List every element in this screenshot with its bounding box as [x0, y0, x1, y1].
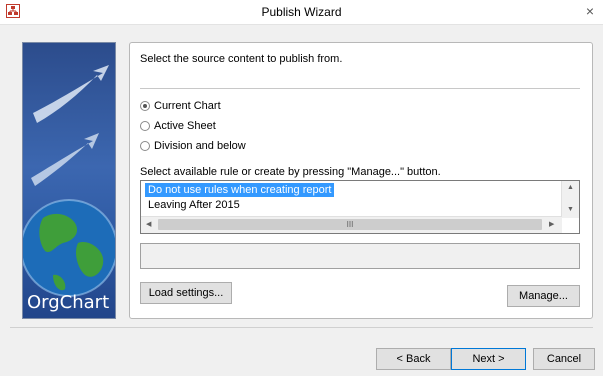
vertical-scrollbar[interactable]: ▲ ▼	[561, 181, 579, 218]
radio-button-icon	[140, 121, 150, 131]
next-button[interactable]: Next >	[451, 348, 526, 370]
banner-artwork	[23, 65, 115, 297]
window-title: Publish Wizard	[261, 5, 342, 19]
cancel-button[interactable]: Cancel	[533, 348, 595, 370]
radio-current-chart[interactable]: Current Chart	[140, 99, 221, 113]
load-settings-button[interactable]: Load settings...	[140, 282, 232, 304]
rules-listbox[interactable]: Do not use rules when creating report Le…	[140, 180, 580, 234]
wizard-banner: OrgChart	[22, 42, 116, 319]
list-item[interactable]: Do not use rules when creating report	[143, 182, 336, 198]
back-button[interactable]: < Back	[376, 348, 451, 370]
manage-button[interactable]: Manage...	[507, 285, 580, 307]
radio-button-icon	[140, 141, 150, 151]
scroll-up-arrow-icon[interactable]: ▲	[567, 184, 574, 191]
radio-button-icon	[140, 101, 150, 111]
scroll-left-arrow-icon[interactable]: ◀	[146, 220, 151, 228]
scroll-right-arrow-icon[interactable]: ▶	[549, 220, 554, 228]
title-bar: Publish Wizard ×	[0, 0, 603, 25]
list-item[interactable]: Leaving After 2015	[145, 198, 243, 212]
footer-separator	[10, 327, 593, 328]
scroll-down-arrow-icon[interactable]: ▼	[567, 206, 574, 213]
scroll-thumb[interactable]: III	[158, 219, 542, 230]
radio-label: Division and below	[154, 140, 246, 152]
close-icon[interactable]: ×	[586, 3, 594, 19]
source-prompt: Select the source content to publish fro…	[140, 53, 343, 65]
rules-label: Select available rule or create by press…	[140, 166, 441, 178]
divider	[140, 88, 580, 89]
radio-label: Active Sheet	[154, 120, 216, 132]
horizontal-scrollbar[interactable]: ◀ III ▶	[141, 216, 562, 233]
rule-description-field	[140, 243, 580, 269]
radio-division-and-below[interactable]: Division and below	[140, 139, 246, 153]
orgchart-logo-text: OrgChart	[27, 292, 110, 313]
radio-active-sheet[interactable]: Active Sheet	[140, 119, 216, 133]
radio-label: Current Chart	[154, 100, 221, 112]
